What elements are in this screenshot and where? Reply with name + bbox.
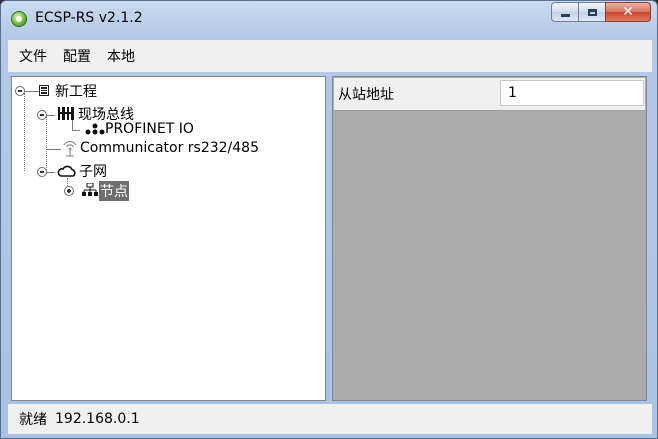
tree-item-node[interactable]: 节点 [99, 181, 129, 201]
tree-connector [72, 130, 80, 131]
collapse-fieldbus-icon[interactable] [37, 110, 47, 120]
tree-item-communicator[interactable]: Communicator rs232/485 [80, 140, 259, 156]
slave-address-field[interactable]: 1 [500, 80, 644, 106]
tree-connector [47, 149, 61, 150]
title-bar[interactable]: ECSP-RS v2.1.2 ✕ [1, 1, 657, 37]
close-icon: ✕ [622, 4, 634, 20]
maximize-icon [587, 8, 597, 16]
property-row: 从站地址 1 [334, 78, 645, 111]
profinet-icon [85, 123, 105, 135]
tree-connector [24, 93, 25, 171]
slave-address-label: 从站地址 [338, 87, 394, 103]
property-panel: 从站地址 1 [332, 76, 647, 401]
menu-file[interactable]: 文件 [14, 46, 52, 66]
menu-bar: 文件 配置 本地 [8, 40, 652, 72]
fieldbus-icon [58, 107, 74, 120]
tree-connector [46, 116, 47, 174]
app-icon [11, 11, 27, 27]
tree-item-profinet[interactable]: PROFINET IO [105, 121, 194, 137]
collapse-root-icon[interactable] [15, 86, 25, 96]
tree-item-root[interactable]: 新工程 [55, 81, 97, 101]
tree-connector [25, 91, 39, 92]
node-icon [82, 183, 98, 196]
status-bar: 就绪 192.168.0.1 [8, 404, 652, 434]
tree-connector [47, 115, 55, 116]
window-title: ECSP-RS v2.1.2 [35, 10, 143, 26]
main-window: ECSP-RS v2.1.2 ✕ 文件 配置 本地 新工程 现场总线 PROFI… [0, 0, 658, 439]
menu-config[interactable]: 配置 [58, 46, 96, 66]
menu-local[interactable]: 本地 [102, 46, 140, 66]
collapse-subnet-icon[interactable] [37, 167, 47, 177]
close-button[interactable]: ✕ [605, 2, 651, 22]
window-controls: ✕ [551, 2, 651, 24]
antenna-icon [63, 141, 77, 157]
minimize-icon [560, 13, 570, 17]
status-text: 就绪 [19, 412, 47, 428]
tree-item-subnet[interactable]: 子网 [79, 161, 107, 181]
status-ip: 192.168.0.1 [55, 411, 140, 427]
maximize-button[interactable] [578, 2, 606, 22]
project-tree[interactable]: 新工程 现场总线 PROFINET IO Communicator rs232/… [11, 76, 326, 401]
project-icon [39, 85, 49, 96]
cloud-icon [57, 165, 76, 177]
expand-node-icon[interactable] [64, 186, 74, 196]
tree-connector [47, 172, 55, 173]
minimize-button[interactable] [551, 2, 579, 22]
